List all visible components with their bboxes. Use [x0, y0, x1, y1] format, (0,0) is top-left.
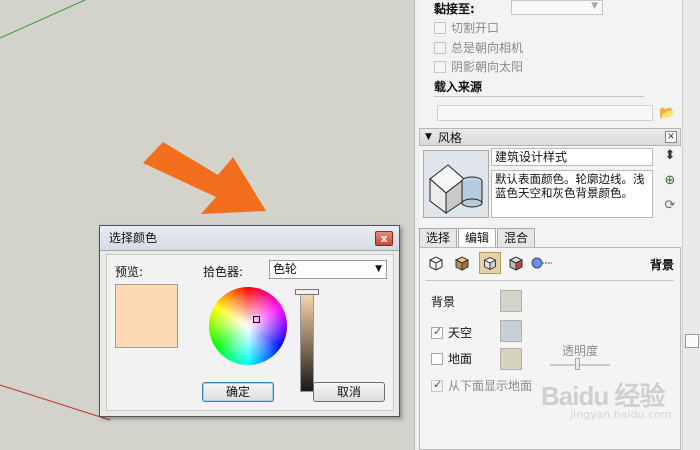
color-picker-dialog: 选择颜色 x 预览: 拾色器: 色轮 ▼ 确定 取消	[99, 225, 400, 417]
picker-type-value: 色轮	[273, 262, 298, 276]
transparency-label: 透明度	[562, 344, 599, 358]
section-title: 背景	[649, 258, 674, 272]
modeling-settings-icon[interactable]	[530, 254, 554, 272]
sky-option[interactable]: 天空	[431, 324, 472, 341]
scrollbar-thumb[interactable]	[685, 334, 699, 348]
face-camera-label: 总是朝向相机	[451, 41, 524, 55]
tab-mix[interactable]: 混合	[497, 228, 536, 247]
watermark-settings-icon[interactable]	[507, 254, 525, 272]
collapse-triangle-icon[interactable]: ▼	[425, 132, 432, 142]
red-axis-line	[0, 384, 111, 421]
green-axis-line	[0, 0, 86, 39]
style-thumbnail	[423, 150, 489, 218]
styles-panel-header[interactable]: ▼ 风格 ×	[419, 128, 681, 146]
tray-scrollbar[interactable]	[682, 0, 700, 450]
face-camera-checkbox[interactable]	[434, 41, 446, 54]
shadow-sun-option[interactable]: 阴影朝向太阳	[434, 58, 523, 75]
load-source-label: 载入来源	[434, 80, 483, 94]
style-name-field[interactable]: 建筑设计样式	[491, 148, 653, 166]
refresh-icon[interactable]: ⟳	[662, 198, 678, 214]
orange-arrow-annotation	[143, 142, 266, 214]
face-settings-icon[interactable]	[453, 254, 471, 272]
create-style-icon[interactable]: ⊕	[662, 173, 678, 189]
watermark-url: jingyan.baidu.com	[570, 408, 672, 421]
transparency-slider-track[interactable]	[550, 364, 610, 366]
chevron-down-icon: ▼	[375, 264, 382, 274]
dialog-title: 选择颜色	[109, 231, 158, 245]
brightness-slider[interactable]	[300, 292, 314, 392]
preview-label: 预览:	[115, 265, 144, 279]
dialog-titlebar[interactable]: 选择颜色 x	[100, 226, 399, 251]
tab-edit[interactable]: 编辑	[458, 228, 497, 248]
edge-settings-icon[interactable]	[427, 254, 445, 272]
close-icon[interactable]: ×	[665, 131, 677, 143]
divider	[434, 96, 644, 97]
right-tray: 黏接至: ▼ 切割开口 总是朝向相机 阴影朝向太阳 载入来源 📂 ▼ 风格 ×	[414, 0, 700, 450]
cut-opening-option[interactable]: 切割开口	[434, 19, 499, 36]
styles-tabs: 选择 编辑 混合	[419, 228, 536, 248]
style-description-field[interactable]: 默认表面颜色。轮廓边线。浅蓝色天空和灰色背景颜色。	[491, 170, 653, 218]
background-settings-icon[interactable]	[479, 252, 501, 274]
ok-button[interactable]: 确定	[202, 382, 274, 402]
chevron-down-icon: ▼	[591, 1, 598, 11]
color-wheel[interactable]	[209, 287, 287, 365]
cut-opening-checkbox[interactable]	[434, 21, 446, 34]
ground-checkbox[interactable]	[431, 352, 443, 365]
glue-label: 黏接至:	[434, 2, 475, 16]
styles-panel-title: 风格	[437, 130, 462, 145]
cancel-button[interactable]: 取消	[313, 382, 385, 402]
background-color-swatch[interactable]	[500, 290, 522, 312]
house-thumbnail-icon	[424, 151, 488, 217]
show-ground-below-option[interactable]: 从下面显示地面	[431, 377, 532, 394]
sky-label: 天空	[448, 326, 473, 340]
ground-color-swatch[interactable]	[500, 348, 522, 370]
dialog-body: 预览: 拾色器: 色轮 ▼ 确定 取消	[106, 254, 394, 411]
show-ground-below-checkbox[interactable]	[431, 378, 443, 392]
picker-type-select[interactable]: 色轮 ▼	[269, 260, 387, 279]
sky-color-swatch[interactable]	[500, 320, 522, 342]
close-icon[interactable]: x	[375, 231, 393, 246]
picker-label: 拾色器:	[203, 265, 244, 279]
ground-option[interactable]: 地面	[431, 350, 472, 367]
show-ground-below-label: 从下面显示地面	[448, 379, 533, 393]
edit-settings-area: 背景 背景 天空 地面 透明度 从下面显示地面 Baidu 经验 jingyan…	[419, 247, 681, 450]
glue-to-dropdown[interactable]: ▼	[511, 0, 603, 15]
divider	[426, 280, 674, 281]
folder-icon[interactable]: 📂	[659, 106, 675, 122]
transparency-slider-thumb[interactable]	[575, 358, 580, 370]
shadow-sun-checkbox[interactable]	[434, 60, 446, 73]
color-wheel-marker[interactable]	[253, 316, 260, 323]
shadow-sun-label: 阴影朝向太阳	[451, 60, 524, 74]
cut-opening-label: 切割开口	[451, 21, 500, 35]
ground-label: 地面	[448, 352, 473, 366]
background-label: 背景	[431, 295, 456, 309]
color-preview-swatch	[115, 284, 178, 348]
load-source-field[interactable]	[437, 105, 653, 121]
tab-select[interactable]: 选择	[419, 228, 458, 247]
save-style-icon[interactable]: ⬍	[662, 148, 678, 164]
brightness-slider-handle[interactable]	[295, 289, 319, 295]
face-camera-option[interactable]: 总是朝向相机	[434, 39, 523, 56]
sky-checkbox[interactable]	[431, 325, 443, 339]
